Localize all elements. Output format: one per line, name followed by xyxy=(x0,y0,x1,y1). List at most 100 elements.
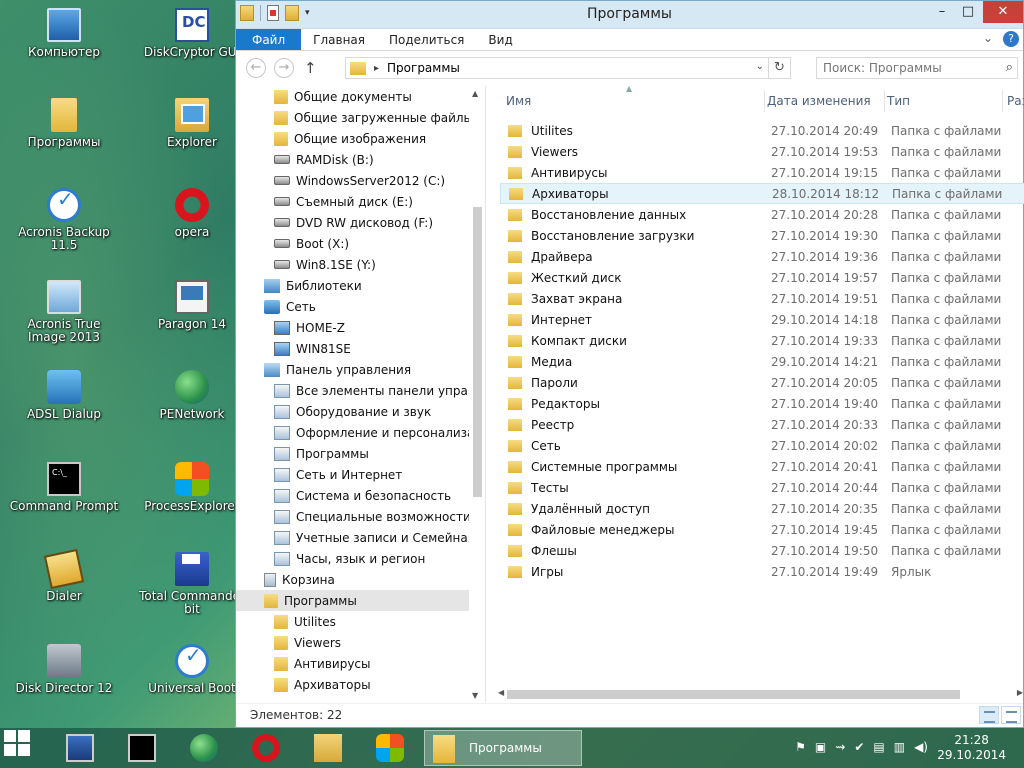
file-row[interactable]: Тесты 27.10.2014 20:44 Папка с файлами xyxy=(500,477,1024,498)
file-row[interactable]: Пароли 27.10.2014 20:05 Папка с файлами xyxy=(500,372,1024,393)
file-row[interactable]: Интернет 29.10.2014 14:18 Папка с файлами xyxy=(500,309,1024,330)
back-button[interactable]: ← xyxy=(246,58,266,78)
taskbar-window-programs[interactable]: Программы xyxy=(424,730,582,766)
desktop-icon[interactable]: Paragon 14 xyxy=(136,280,248,331)
desktop-icon[interactable]: Acronis True Image 2013 xyxy=(8,280,120,344)
nav-item[interactable]: Антивирусы xyxy=(236,653,485,674)
nav-item[interactable]: Библиотеки xyxy=(236,275,485,296)
column-divider[interactable] xyxy=(884,90,885,112)
taskbar-app-network[interactable] xyxy=(182,730,226,766)
nav-scroll-thumb[interactable] xyxy=(473,207,482,497)
column-name[interactable]: Имя xyxy=(506,86,531,116)
nav-item[interactable]: Сеть xyxy=(236,296,485,317)
monitor-icon[interactable]: ▥ xyxy=(894,740,905,754)
tab-view[interactable]: Вид xyxy=(476,29,524,50)
nav-scrollbar[interactable]: ▲ ▼ xyxy=(469,86,485,703)
start-button[interactable] xyxy=(4,730,48,766)
file-row[interactable]: Редакторы 27.10.2014 19:40 Папка с файлами xyxy=(500,393,1024,414)
nav-item[interactable]: Специальные возможности xyxy=(236,506,485,527)
horizontal-scrollbar[interactable]: ◀ ▶ xyxy=(498,686,1024,703)
address-bar[interactable]: ▸ Программы ⌄ ↻ xyxy=(345,57,791,79)
nav-item[interactable]: Общие документы xyxy=(236,86,485,107)
desktop-icon[interactable]: Acronis Backup 11.5 xyxy=(8,188,120,252)
file-row[interactable]: Реестр 27.10.2014 20:33 Папка с файлами xyxy=(500,414,1024,435)
nav-item[interactable]: Общие изображения xyxy=(236,128,485,149)
security-icon[interactable]: ✔ xyxy=(854,740,864,754)
help-icon[interactable]: ? xyxy=(1003,31,1019,47)
nav-item[interactable]: Архиваторы xyxy=(236,674,485,695)
network-status-icon[interactable]: ▣ xyxy=(815,740,826,754)
maximize-button[interactable]: □ xyxy=(953,1,983,23)
nav-item[interactable]: Сеть и Интернет xyxy=(236,464,485,485)
nav-item[interactable]: Программы xyxy=(236,443,485,464)
desktop-icon[interactable]: Disk Director 12 xyxy=(8,644,120,695)
column-size[interactable]: Разме xyxy=(1007,86,1024,116)
file-row[interactable]: Восстановление данных 27.10.2014 20:28 Пап… xyxy=(500,204,1024,225)
chevron-down-icon[interactable]: ⌄ xyxy=(756,61,764,72)
desktop-icon[interactable]: ADSL Dialup xyxy=(8,370,120,421)
nav-item[interactable]: WindowsServer2012 (C:) xyxy=(236,170,485,191)
horizontal-scroll-thumb[interactable] xyxy=(507,690,960,699)
taskbar-app-cmd[interactable] xyxy=(120,730,164,766)
file-row[interactable]: Архиваторы 28.10.2014 18:12 Папка с файлам… xyxy=(500,183,1024,204)
tab-home[interactable]: Главная xyxy=(301,29,377,50)
desktop-icon[interactable]: DiskCryptor GUI xyxy=(136,8,248,59)
nav-item[interactable]: RAMDisk (B:) xyxy=(236,149,485,170)
file-row[interactable]: Viewers 27.10.2014 19:53 Папка с файлами xyxy=(500,141,1024,162)
nav-item[interactable]: Viewers xyxy=(236,632,485,653)
details-view-button[interactable] xyxy=(979,706,999,724)
search-input[interactable] xyxy=(817,58,987,78)
search-icon[interactable]: ⌕ xyxy=(1006,60,1013,75)
nav-item[interactable]: Корзина xyxy=(236,569,485,590)
file-row[interactable]: Удалённый доступ 27.10.2014 20:35 Папка с … xyxy=(500,498,1024,519)
scroll-up-arrow-icon[interactable]: ▲ xyxy=(472,89,478,98)
usb-icon[interactable]: ⇝ xyxy=(835,740,845,754)
tab-file[interactable]: Файл xyxy=(236,29,302,50)
nav-item[interactable]: Boot (X:) xyxy=(236,233,485,254)
file-row[interactable]: Антивирусы 27.10.2014 19:15 Папка с файлам… xyxy=(500,162,1024,183)
file-row[interactable]: Восстановление загрузки 27.10.2014 19:30 П… xyxy=(500,225,1024,246)
nav-item[interactable]: Общие загруженные файлы xyxy=(236,107,485,128)
desktop-icon[interactable]: opera xyxy=(136,188,248,239)
nav-item[interactable]: WIN81SE xyxy=(236,338,485,359)
nav-item[interactable]: Съемный диск (E:) xyxy=(236,191,485,212)
file-row[interactable]: Компакт диски 27.10.2014 19:33 Папка с фай… xyxy=(500,330,1024,351)
nav-item[interactable]: Utilites xyxy=(236,611,485,632)
file-row[interactable]: Сеть 27.10.2014 20:02 Папка с файлами xyxy=(500,435,1024,456)
file-row[interactable]: Системные программы 27.10.2014 20:41 Папка… xyxy=(500,456,1024,477)
desktop-icon[interactable]: Explorer xyxy=(136,98,248,149)
file-row[interactable]: Драйвера 27.10.2014 19:36 Папка с файлами xyxy=(500,246,1024,267)
scroll-down-arrow-icon[interactable]: ▼ xyxy=(472,691,478,700)
taskbar-app-aomei[interactable] xyxy=(58,730,102,766)
desktop-icon[interactable]: PENetwork xyxy=(136,370,248,421)
column-divider[interactable] xyxy=(1002,90,1003,112)
nav-item[interactable]: Часы, язык и регион xyxy=(236,548,485,569)
nav-item[interactable]: Учетные записи и Семейная безопасность xyxy=(236,527,485,548)
file-row[interactable]: Медиа 29.10.2014 14:21 Папка с файлами xyxy=(500,351,1024,372)
column-type[interactable]: Тип xyxy=(887,86,910,116)
file-row[interactable]: Игры 27.10.2014 19:49 Ярлык xyxy=(500,561,1024,582)
taskbar-app-explorer[interactable] xyxy=(306,730,350,766)
nav-item[interactable]: DVD RW дисковод (F:) xyxy=(236,212,485,233)
nav-item[interactable]: Система и безопасность xyxy=(236,485,485,506)
desktop-icon[interactable]: Command Prompt xyxy=(8,462,120,513)
volume-icon[interactable]: ◀) xyxy=(914,740,928,754)
file-row[interactable]: Utilites 27.10.2014 20:49 Папка с файлами xyxy=(500,120,1024,141)
column-date[interactable]: Дата изменения xyxy=(767,86,871,116)
nav-item[interactable]: Оборудование и звук xyxy=(236,401,485,422)
scroll-right-arrow-icon[interactable]: ▶ xyxy=(1017,688,1023,697)
nav-item[interactable]: Win8.1SE (Y:) xyxy=(236,254,485,275)
file-row[interactable]: Захват экрана 27.10.2014 19:51 Папка с фай… xyxy=(500,288,1024,309)
scroll-left-arrow-icon[interactable]: ◀ xyxy=(498,688,504,697)
file-row[interactable]: Жесткий диск 27.10.2014 19:57 Папка с файл… xyxy=(500,267,1024,288)
nav-item[interactable]: Все элементы панели управления xyxy=(236,380,485,401)
refresh-button[interactable]: ↻ xyxy=(768,58,790,78)
column-divider[interactable] xyxy=(764,90,765,112)
notification-icon[interactable]: ⚑ xyxy=(795,740,806,754)
desktop-icon[interactable]: Dialer xyxy=(8,548,120,603)
chevron-right-icon[interactable]: ▸ xyxy=(374,63,379,74)
nav-item[interactable]: Оформление и персонализация xyxy=(236,422,485,443)
tab-share[interactable]: Поделиться xyxy=(377,29,476,50)
desktop-icon[interactable]: Total Commander bit xyxy=(136,552,248,616)
desktop-icon[interactable]: Universal Boot xyxy=(136,644,248,695)
